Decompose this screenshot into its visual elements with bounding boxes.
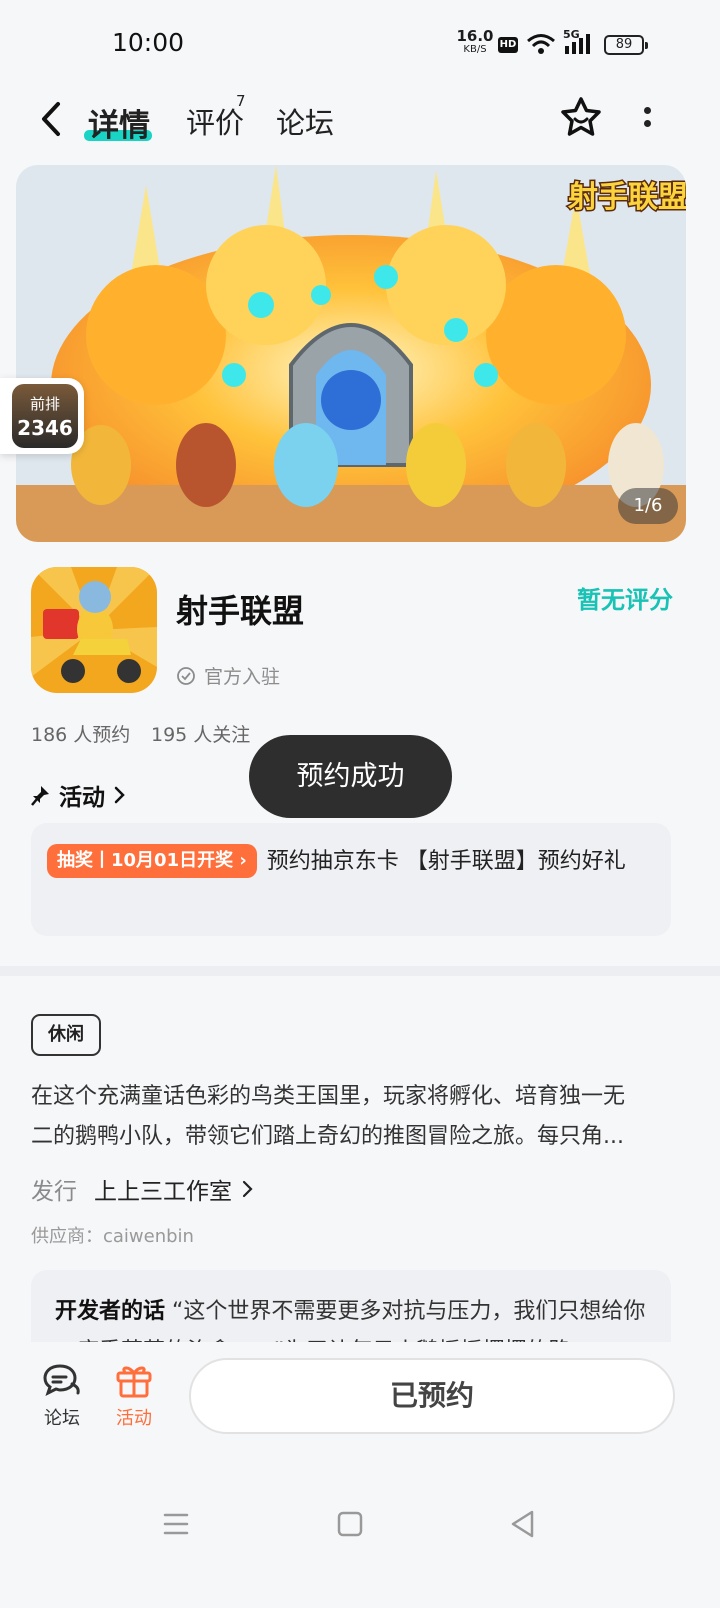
gift-icon [116, 1366, 152, 1398]
activity-text: 预约抽京东卡 【射手联盟】预约好礼 [266, 849, 626, 874]
follow-count: 195 人关注 [151, 724, 251, 746]
developer-note: 开发者的话 “这个世界不需要更多对抗与压力，我们只想给你一席乖萌萌的治愈....… [55, 1292, 655, 1342]
banner-page-counter: 1/6 [618, 488, 678, 524]
favorite-star-icon[interactable] [558, 95, 604, 139]
section-divider [0, 966, 720, 976]
chevron-right-icon [114, 786, 125, 804]
back-nav-icon[interactable] [508, 1507, 536, 1541]
publisher-link[interactable]: 上上三工作室 [94, 1172, 232, 1206]
tab-detail[interactable]: 详情 [88, 100, 150, 145]
app-icon [31, 567, 157, 693]
banner-illustration: 射手联盟 [16, 165, 686, 542]
rank-label: 前排 [29, 395, 60, 413]
forum-button[interactable]: 论坛 [36, 1362, 88, 1430]
rank-badge[interactable]: 前排 2346 [0, 378, 84, 454]
supplier-text: 供应商：caiwenbin [31, 1226, 194, 1247]
forum-chat-icon [43, 1364, 80, 1396]
activity-section-header[interactable]: 活动 [31, 778, 127, 812]
rank-value: 2346 [17, 416, 73, 440]
reserve-count: 186 人预约 [31, 724, 131, 746]
official-label: 官方入驻 [176, 662, 280, 689]
developer-note-card[interactable]: 开发者的话 “这个世界不需要更多对抗与压力，我们只想给你一席乖萌萌的治愈....… [31, 1270, 671, 1342]
back-arrow-icon[interactable] [36, 98, 70, 140]
hd-icon: HD [498, 37, 518, 53]
tab-forum[interactable]: 论坛 [276, 100, 334, 142]
activity-content: 抽奖丨10月01日开奖 › 预约抽京东卡 【射手联盟】预约好礼 [47, 840, 647, 883]
rating-text[interactable]: 暂无评分 [577, 580, 673, 615]
activity-button[interactable]: 活动 [108, 1362, 160, 1430]
lottery-tag[interactable]: 抽奖丨10月01日开奖 › [47, 844, 257, 878]
menu-nav-icon[interactable] [162, 1507, 190, 1541]
developer-note-title: 开发者的话 [55, 1299, 166, 1324]
status-bar: 10:00 16.0 KB/S HD 5G 89 [0, 0, 720, 90]
network-speed: 16.0 KB/S [455, 27, 495, 56]
banner-logo: 射手联盟 [568, 180, 686, 215]
game-description[interactable]: 在这个充满童话色彩的鸟类王国里，玩家将孵化、培育独一无 二的鹅鸭小队，带领它们踏… [31, 1077, 671, 1157]
app-name: 射手联盟 [176, 592, 305, 630]
tab-review-badge: 7 [236, 92, 246, 110]
cellular-signal-icon: 5G [563, 28, 599, 56]
verified-check-icon [177, 666, 195, 685]
battery-icon: 89 [604, 35, 648, 55]
network-type: 5G [563, 28, 580, 41]
lottery-tag-text: 抽奖丨10月01日开奖 [57, 850, 234, 871]
genre-tag[interactable]: 休闲 [31, 1014, 101, 1056]
chevron-right-icon [242, 1180, 253, 1198]
network-speed-value: 16.0 [456, 27, 494, 45]
forum-button-label: 论坛 [44, 1408, 80, 1429]
reserved-button[interactable]: 已预约 [189, 1358, 675, 1434]
rank-badge-body: 前排 2346 [12, 384, 78, 448]
more-options-icon[interactable] [640, 104, 654, 134]
wifi-icon [527, 34, 555, 54]
game-banner[interactable]: 射手联盟 [16, 165, 686, 542]
toast-message: 预约成功 [249, 735, 452, 818]
official-text: 官方入驻 [204, 666, 281, 688]
status-time: 10:00 [112, 28, 185, 57]
home-nav-icon[interactable] [336, 1507, 364, 1541]
activity-card[interactable]: 抽奖丨10月01日开奖 › 预约抽京东卡 【射手联盟】预约好礼 [31, 823, 671, 936]
publisher-label: 发行 [31, 1179, 77, 1205]
activity-heading: 活动 [59, 785, 105, 811]
activity-button-label: 活动 [116, 1408, 152, 1429]
pin-icon [31, 786, 49, 806]
